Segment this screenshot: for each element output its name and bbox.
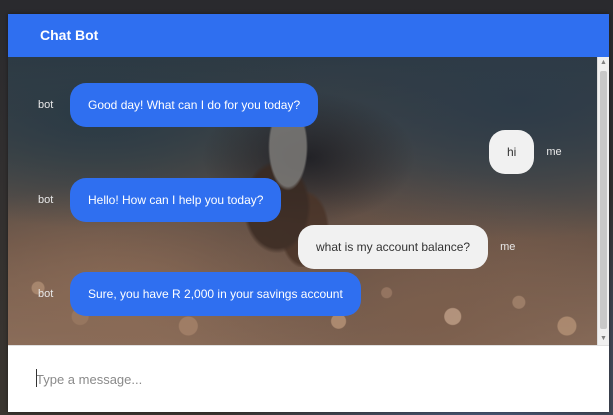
bot-message-bubble: Sure, you have R 2,000 in your savings a… — [70, 272, 361, 316]
chat-header-title: Chat Bot — [8, 14, 609, 57]
message-row-bot: bot Good day! What can I do for you toda… — [38, 83, 319, 127]
message-row-me: what is my account balance? me — [298, 225, 515, 269]
message-composer — [8, 345, 609, 412]
chat-widget: Chat Bot bot Good day! What can I do for… — [8, 14, 609, 412]
message-sender-label: bot — [38, 99, 54, 111]
message-sender-label: me — [500, 241, 516, 253]
scroll-down-arrow-icon[interactable]: ▼ — [598, 333, 609, 345]
message-sender-label: bot — [38, 194, 54, 206]
text-caret — [36, 369, 37, 387]
app-window: Chat Bot bot Good day! What can I do for… — [0, 0, 613, 415]
message-row-me: hi me — [489, 130, 562, 174]
scrollbar-thumb[interactable] — [600, 71, 607, 329]
message-sender-label: bot — [38, 288, 54, 300]
message-list[interactable]: bot Good day! What can I do for you toda… — [8, 57, 609, 345]
bot-message-bubble: Hello! How can I help you today? — [70, 178, 282, 222]
user-message-bubble: what is my account balance? — [298, 225, 489, 269]
message-row-bot: bot Hello! How can I help you today? — [38, 178, 282, 222]
scroll-up-arrow-icon[interactable]: ▲ — [598, 57, 609, 69]
message-sender-label: me — [546, 146, 562, 158]
message-input[interactable] — [36, 366, 586, 392]
user-message-bubble: hi — [489, 130, 535, 174]
bot-message-bubble: Good day! What can I do for you today? — [70, 83, 319, 127]
message-row-bot: bot Sure, you have R 2,000 in your savin… — [38, 272, 361, 316]
message-list-scrollbar[interactable]: ▲ ▼ — [597, 57, 609, 345]
